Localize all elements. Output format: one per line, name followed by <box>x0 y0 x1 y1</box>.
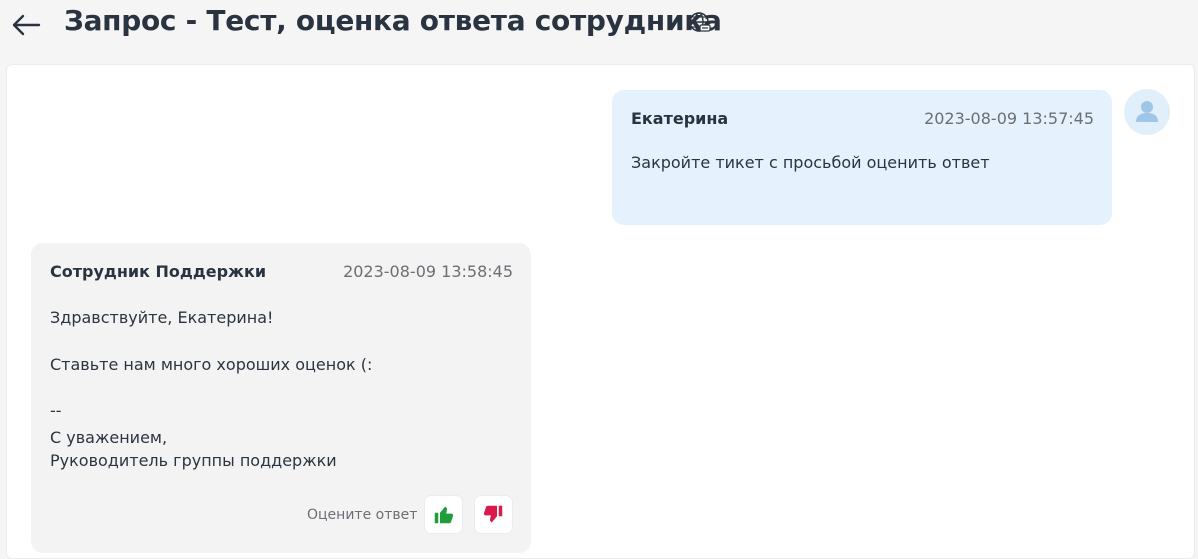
page-header: Запрос - Тест, оценка ответа сотрудника <box>0 0 1198 50</box>
page-title: Запрос - Тест, оценка ответа сотрудника <box>64 4 722 37</box>
dislike-button[interactable] <box>475 496 512 533</box>
message-text-line: Руководитель группы поддержки <box>50 451 337 470</box>
thumbs-up-icon <box>434 506 454 524</box>
message-timestamp: 2023-08-09 13:57:45 <box>924 109 1094 128</box>
message-author: Екатерина <box>631 109 729 128</box>
arrow-left-icon[interactable] <box>10 8 42 40</box>
message-timestamp: 2023-08-09 13:58:45 <box>343 262 513 281</box>
user-icon <box>1136 101 1158 122</box>
avatar <box>1124 89 1170 135</box>
message-bubble-agent: Сотрудник Поддержки 2023-08-09 13:58:45 … <box>31 243 531 553</box>
message-text-line: Здравствуйте, Екатерина! <box>50 308 274 327</box>
message-text-line: С уважением, <box>50 428 168 447</box>
rate-answer-label: Оцените ответ <box>307 507 418 523</box>
message-bubble-customer: Екатерина 2023-08-09 13:57:45 Закройте т… <box>612 90 1112 225</box>
like-button[interactable] <box>425 496 462 533</box>
message-text-line: Ставьте нам много хороших оценок (: <box>50 355 373 374</box>
message-author: Сотрудник Поддержки <box>50 262 267 281</box>
message-text-line: -- <box>50 401 62 420</box>
message-text: Закройте тикет с просьбой оценить ответ <box>631 153 990 172</box>
globe-icon[interactable] <box>688 11 712 35</box>
thumbs-down-icon <box>483 505 503 523</box>
